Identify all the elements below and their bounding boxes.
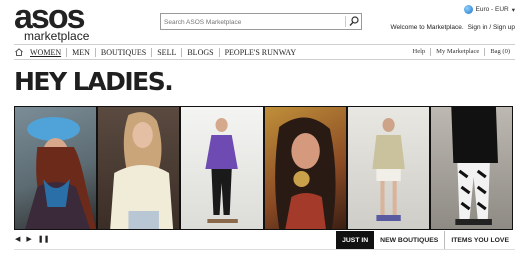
sign-in-link[interactable]: Sign in / Sign up	[468, 24, 515, 31]
nav-item-women[interactable]: WOMEN	[27, 48, 66, 57]
bottom-divider	[14, 249, 515, 250]
welcome-text: Welcome to Marketplace.	[390, 24, 464, 31]
nav-item-sell[interactable]: SELL	[151, 47, 181, 57]
currency-selector[interactable]: Euro - EUR ▾	[463, 5, 515, 14]
search-icon[interactable]	[349, 16, 359, 27]
search-box	[160, 13, 362, 30]
main-nav: WOMEN MEN BOUTIQUES SELL BLOGS PEOPLE'S …	[14, 44, 515, 60]
nav-item-men[interactable]: MEN	[66, 47, 95, 57]
help-link[interactable]: Help	[408, 48, 431, 56]
home-icon[interactable]	[15, 48, 23, 56]
carousel-photo-1[interactable]	[15, 107, 97, 229]
currency-label: Euro - EUR	[475, 6, 509, 13]
carousel-tabs: JUST IN NEW BOUTIQUES ITEMS YOU LOVE	[336, 231, 515, 249]
next-icon[interactable]: ▶	[26, 236, 31, 244]
bag-link[interactable]: Bag (0)	[484, 48, 515, 56]
tab-items-you-love[interactable]: ITEMS YOU LOVE	[444, 231, 515, 249]
carousel-photo-2[interactable]	[98, 107, 180, 229]
nav-right-links: Help My Marketplace Bag (0)	[408, 48, 515, 56]
page-title: HEY LADIES.	[14, 67, 174, 96]
logo-subtitle: marketplace	[24, 29, 90, 43]
photo-carousel	[14, 106, 513, 230]
chevron-down-icon: ▾	[511, 6, 515, 14]
carousel-photo-3[interactable]	[181, 107, 263, 229]
search-input[interactable]	[164, 17, 334, 27]
logo-wordmark: asos	[14, 0, 86, 36]
carousel-photo-6[interactable]	[430, 107, 513, 229]
carousel-photo-5[interactable]	[347, 107, 429, 229]
nav-item-peoples-runway[interactable]: PEOPLE'S RUNWAY	[218, 47, 302, 57]
tab-just-in[interactable]: JUST IN	[336, 231, 375, 249]
pause-icon[interactable]: ❚❚	[38, 236, 50, 244]
nav-item-boutiques[interactable]: BOUTIQUES	[94, 47, 151, 57]
carousel-photo-4[interactable]	[264, 107, 346, 229]
welcome-bar: Welcome to Marketplace. Sign in / Sign u…	[390, 24, 515, 31]
nav-item-blogs[interactable]: BLOGS	[181, 47, 218, 57]
carousel-controls: ◀ ▶ ❚❚	[15, 236, 50, 244]
prev-icon[interactable]: ◀	[15, 236, 20, 244]
globe-icon	[463, 5, 473, 14]
my-marketplace-link[interactable]: My Marketplace	[430, 48, 484, 56]
tab-new-boutiques[interactable]: NEW BOUTIQUES	[374, 231, 444, 249]
search-divider	[345, 16, 346, 27]
asos-marketplace-logo[interactable]: asos marketplace	[14, 0, 90, 43]
